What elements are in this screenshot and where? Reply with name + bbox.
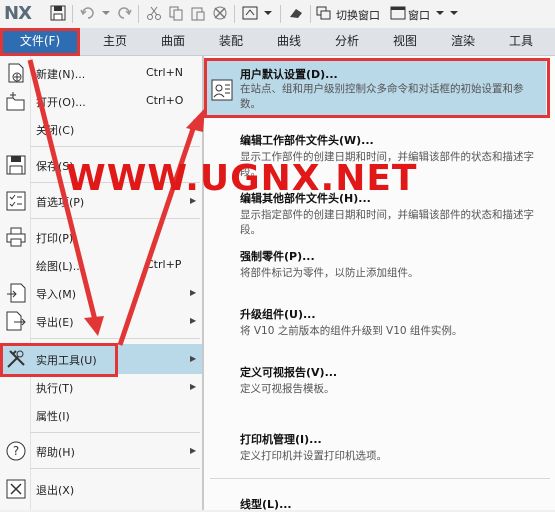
toolbar-separator	[72, 5, 73, 23]
menu-item-close[interactable]: 关闭(C) ▶	[0, 116, 202, 144]
submenu-item-title: 升级组件(U)...	[240, 308, 316, 321]
menu-item-new[interactable]: 新建(N)... Ctrl+N	[0, 60, 202, 88]
submenu-separator	[210, 478, 550, 479]
menu-item-properties[interactable]: 属性(I)	[0, 402, 202, 430]
new-file-icon	[8, 63, 24, 83]
dropdown-arrow-icon[interactable]	[260, 5, 276, 21]
quick-access-toolbar: NX 切换窗口 窗口	[0, 0, 555, 29]
menu-render[interactable]: 渲染	[446, 28, 480, 55]
import-icon	[7, 283, 26, 303]
help-icon: ?	[6, 441, 26, 461]
menu-separator	[30, 432, 200, 433]
submenu-item-define-visual-report[interactable]: 定义可视报告(V)... 定义可视报告模板。	[240, 364, 545, 400]
shortcut-label: Ctrl+O	[146, 94, 184, 107]
annotation-box-utilities	[0, 343, 118, 377]
window-icon[interactable]	[390, 5, 406, 21]
menu-item-label: 属性(I)	[36, 410, 70, 423]
toolbar-separator	[280, 5, 281, 23]
submenu-item-title: 强制零件(P)...	[240, 250, 315, 263]
printer-icon	[6, 227, 26, 247]
delete-icon[interactable]	[212, 5, 228, 21]
menu-item-label: 帮助(H)	[36, 446, 75, 459]
menu-assembly[interactable]: 装配	[214, 28, 248, 55]
menu-item-plot[interactable]: 绘图(L)... Ctrl+P	[0, 252, 202, 280]
submenu-item-upgrade-components[interactable]: 升级组件(U)... 将 V10 之前版本的组件升级到 V10 组件实例。	[240, 306, 545, 342]
toolbar-separator	[310, 5, 311, 23]
dropdown-arrow-icon[interactable]	[98, 5, 114, 21]
redo-icon[interactable]	[116, 5, 132, 21]
menu-curve[interactable]: 曲线	[272, 28, 306, 55]
menu-separator	[30, 338, 200, 339]
menu-item-execute[interactable]: 执行(T) ▶	[0, 374, 202, 402]
menu-analysis[interactable]: 分析	[330, 28, 364, 55]
menu-view[interactable]: 视图	[388, 28, 422, 55]
menu-item-export[interactable]: 导出(E) ▶	[0, 308, 202, 336]
menu-item-label: 新建(N)...	[36, 68, 86, 81]
annotation-box-user-defaults	[204, 58, 550, 118]
switch-window-button[interactable]: 切换窗口	[336, 7, 380, 23]
preferences-checklist-icon	[6, 191, 26, 211]
menu-separator	[30, 146, 200, 147]
watermark-text: WWW.UGNX.NET	[66, 158, 418, 199]
window-button[interactable]: 窗口	[408, 7, 430, 23]
copy-icon[interactable]	[168, 5, 184, 21]
customize-toolbar-icon[interactable]	[446, 5, 462, 21]
menu-item-label: 关闭(C)	[36, 124, 75, 137]
submenu-item-line-type[interactable]: 线型(L)...	[240, 496, 545, 511]
switch-window-icon[interactable]	[316, 5, 332, 21]
submenu-item-printer-admin[interactable]: 打印机管理(I)... 定义打印机并设置打印机选项。	[240, 431, 545, 467]
submenu-item-title: 打印机管理(I)...	[240, 433, 322, 446]
save-icon	[6, 155, 26, 175]
submenu-item-desc: 定义可视报告模板。	[240, 383, 335, 395]
menu-item-open[interactable]: 打开(O)... Ctrl+O	[0, 88, 202, 116]
menu-item-label: 导出(E)	[36, 316, 74, 329]
menu-home[interactable]: 主页	[98, 28, 132, 55]
menu-item-label: 导入(M)	[36, 288, 77, 301]
menu-item-label: 打开(O)...	[36, 96, 86, 109]
menu-item-import[interactable]: 导入(M) ▶	[0, 280, 202, 308]
menu-item-exit[interactable]: 退出(X)	[0, 476, 202, 504]
menu-separator	[30, 218, 200, 219]
menu-item-label: 打印(P)	[36, 232, 74, 245]
toolbar-separator	[138, 5, 139, 23]
menu-surface[interactable]: 曲面	[156, 28, 190, 55]
submenu-arrow-icon: ▶	[190, 354, 197, 363]
submenu-arrow-icon: ▶	[190, 124, 197, 133]
toolbar-separator	[234, 5, 235, 23]
submenu-item-desc: 定义打印机并设置打印机选项。	[240, 450, 387, 462]
touch-mode-icon[interactable]	[288, 5, 304, 21]
undo-icon[interactable]	[80, 5, 96, 21]
submenu-arrow-icon: ▶	[190, 288, 197, 297]
repeat-command-icon[interactable]	[242, 5, 258, 21]
menu-item-print[interactable]: 打印(P)	[0, 224, 202, 252]
shortcut-label: Ctrl+N	[146, 66, 184, 79]
menu-tools[interactable]: 工具	[504, 28, 538, 55]
submenu-item-title: 定义可视报告(V)...	[240, 366, 338, 379]
annotation-box-file	[0, 28, 80, 56]
shortcut-label: Ctrl+P	[146, 258, 182, 271]
submenu-item-desc: 将 V10 之前版本的组件升级到 V10 组件实例。	[240, 325, 463, 337]
paste-icon[interactable]	[190, 5, 206, 21]
submenu-item-title: 编辑工作部件文件头(W)...	[240, 134, 374, 147]
menu-item-label: 退出(X)	[36, 484, 75, 497]
submenu-arrow-icon: ▶	[190, 382, 197, 391]
submenu-arrow-icon: ▶	[190, 316, 197, 325]
menu-separator	[30, 468, 200, 469]
svg-text:?: ?	[13, 444, 19, 458]
menu-item-label: 绘图(L)...	[36, 260, 84, 273]
export-icon	[6, 311, 26, 331]
menu-item-help[interactable]: ? 帮助(H) ▶	[0, 438, 202, 466]
cut-icon[interactable]	[146, 5, 162, 21]
save-icon[interactable]	[50, 5, 66, 21]
exit-icon	[6, 479, 26, 499]
submenu-item-desc: 将部件标记为零件，以防止添加组件。	[240, 267, 419, 279]
nx-logo: NX	[4, 3, 32, 24]
open-folder-icon	[6, 92, 25, 111]
menu-bar: 主页 曲面 装配 曲线 分析 视图 渲染 工具	[0, 28, 555, 56]
submenu-item-desc: 显示指定部件的创建日期和时间，并编辑该部件的状态和描述字段。	[240, 209, 534, 236]
menu-item-label: 执行(T)	[36, 382, 74, 395]
submenu-item-force-part[interactable]: 强制零件(P)... 将部件标记为零件，以防止添加组件。	[240, 248, 545, 284]
submenu-arrow-icon: ▶	[190, 446, 197, 455]
